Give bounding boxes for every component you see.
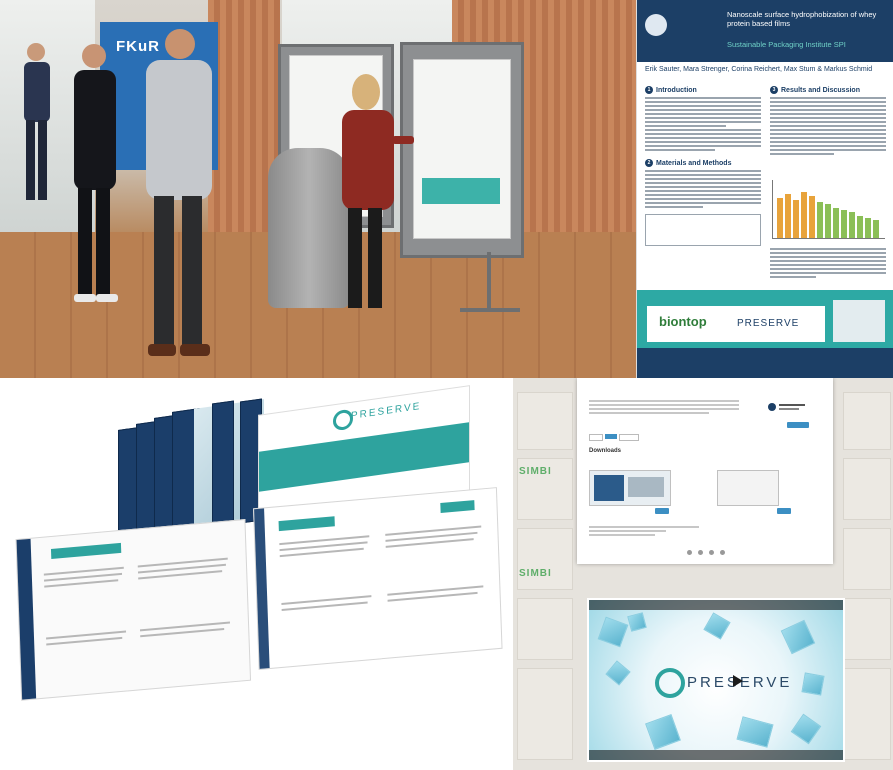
site-logo-icon: [768, 403, 805, 411]
tab[interactable]: [605, 434, 617, 439]
partner-banner: biontop PRESERVE: [637, 290, 893, 348]
background-tile: [843, 392, 891, 450]
cube-shape: [627, 612, 647, 632]
download-thumbnail[interactable]: [589, 470, 671, 506]
cover-logo: PRESERVE: [351, 400, 422, 422]
background-logo: SIMBI: [519, 568, 552, 579]
site-button[interactable]: [787, 422, 809, 428]
scientific-poster: Nanoscale surface hydrophobization of wh…: [636, 0, 893, 378]
cube-shape: [645, 714, 681, 750]
website-card: Downloads: [577, 378, 833, 564]
cube-shape: [801, 672, 825, 696]
background-tile: [517, 528, 573, 590]
poster-column-left: 1 Introduction 2 Materials and Methods: [645, 86, 761, 246]
page-band: [254, 508, 270, 669]
preserve-ring-icon: [655, 668, 685, 698]
cube-shape: [605, 660, 631, 686]
background-tile: [843, 668, 891, 760]
play-icon[interactable]: [733, 675, 743, 687]
page-tag: [440, 500, 475, 514]
funding-note: [833, 300, 885, 342]
person-woman: [342, 74, 414, 308]
person-background: [24, 43, 50, 200]
poster-highlight: [422, 178, 500, 204]
background-tile: [517, 668, 573, 760]
open-booklet: [15, 487, 503, 701]
cube-shape: [790, 713, 822, 745]
cube-shape: [736, 716, 774, 748]
download-thumbnail[interactable]: [717, 470, 779, 506]
downloads-heading: Downloads: [589, 448, 622, 454]
preserve-logo: PRESERVE: [737, 318, 800, 329]
background-tile: [843, 598, 891, 660]
board-foot: [460, 308, 520, 312]
brochure-spine: [212, 400, 234, 524]
page-tag: [50, 542, 122, 560]
share-icon[interactable]: [709, 550, 714, 555]
background-tile: [517, 392, 573, 450]
video-bottom-bar: [589, 750, 843, 760]
poster-column-right: 3 Results and Discussion: [770, 86, 886, 157]
cover-band: [259, 422, 469, 492]
process-diagram: [645, 214, 761, 246]
poster-authors: Erik Sauter, Mara Strenger, Corina Reich…: [645, 66, 873, 73]
partner-logos: biontop PRESERVE: [647, 306, 825, 342]
site-tabs: [589, 434, 639, 441]
results-bar-chart: [772, 180, 885, 239]
section-heading: 3 Results and Discussion: [770, 86, 886, 94]
poster-footer: [637, 348, 893, 378]
background-tile: [843, 528, 891, 590]
share-icon[interactable]: [720, 550, 725, 555]
poster-subtitle: Sustainable Packaging Institute SPI: [727, 40, 846, 49]
board-leg: [487, 252, 491, 312]
institute-logo: [645, 14, 667, 36]
background-tile: [843, 458, 891, 520]
tab[interactable]: [619, 434, 639, 441]
brochure-photo: PRESERVE: [0, 378, 513, 770]
page-tag: [278, 516, 335, 532]
person-left: [74, 44, 118, 302]
poster: [413, 59, 511, 239]
background-logo: SIMBI: [519, 466, 552, 477]
poster-text-block: [770, 246, 886, 280]
section-heading: 2 Materials and Methods: [645, 159, 761, 167]
download-button[interactable]: [777, 508, 791, 514]
cube-shape: [597, 616, 629, 648]
person-center: [146, 29, 212, 356]
video-player[interactable]: PRESERVE: [587, 598, 845, 762]
booklet-right-page: [253, 487, 503, 670]
booklet-left-page: [15, 519, 252, 701]
download-button[interactable]: [655, 508, 669, 514]
poster-header: Nanoscale surface hydrophobization of wh…: [637, 0, 893, 62]
poster-title: Nanoscale surface hydrophobization of wh…: [727, 10, 877, 28]
share-icon[interactable]: [698, 550, 703, 555]
page-band: [16, 538, 37, 700]
tab[interactable]: [589, 434, 603, 441]
share-icon[interactable]: [687, 550, 692, 555]
website-screenshot: SIMBI SIMBI Downloads PRESERVE: [513, 378, 893, 770]
background-tile: [517, 598, 573, 660]
cube-shape: [780, 619, 816, 655]
poster-session-photo: FKuR: [0, 0, 636, 378]
video-top-bar: [589, 600, 843, 610]
section-heading: 1 Introduction: [645, 86, 761, 94]
preserve-ring-icon: [333, 408, 353, 432]
cube-shape: [703, 612, 731, 640]
biontop-logo: biontop: [659, 314, 707, 329]
social-icons: [687, 550, 725, 555]
